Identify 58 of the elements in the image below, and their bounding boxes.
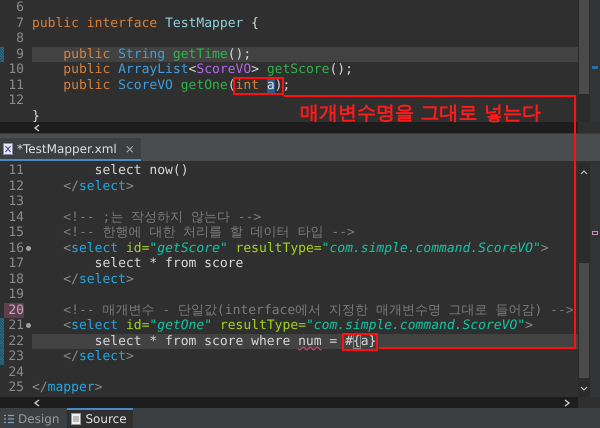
line-number: 16 [7,240,24,256]
scrollbar-thumb[interactable] [579,0,589,94]
line-number: 12 [7,178,24,194]
xml-file-icon [3,142,13,154]
line-number: 13 [7,194,24,210]
code-line: <!-- 매개변수 - 단일값(interface에서 지정한 매개변수명 그대로 들어감) --> [62,302,574,318]
line-number: 12 [7,93,24,108]
code-line: </mapper> [32,380,102,396]
code-line: <!-- 한행에 대한 처리를 할 데이터 타입 --> [62,225,355,240]
line-number: 10 [7,62,24,78]
line-number: 18 [7,272,24,287]
line-number: 17 [7,256,24,272]
code-line: </select> [62,178,134,194]
highlight-box [342,332,378,350]
line-number: 9 [15,46,24,62]
code-line: </select> [62,272,134,287]
scroll-down-icon[interactable] [580,386,588,391]
code-line: </select> [62,349,134,364]
highlight-box [232,76,284,94]
line-number: 14 [7,210,24,225]
horizontal-scrollbar[interactable] [0,397,578,408]
line-number: 11 [7,163,24,178]
callout-text: 매개변수명을 그대로 넣는다 [300,101,542,125]
code-line: <select id="getScore" resultType="com.simple.command.ScoreVO"> [62,240,549,256]
line-number: 19 [7,287,24,302]
horizontal-scrollbar[interactable] [0,122,578,133]
code-line: public ScoreVO getOne(int a); [62,78,290,93]
vertical-scrollbar[interactable] [578,163,590,397]
line-number: 23 [7,349,24,364]
document-icon [71,413,82,425]
list-icon [4,414,14,424]
editor-mode-tab[interactable]: Source [67,408,133,428]
code-line: <select id="getOne" resultType="com.simple.command.ScoreVO"> [62,318,533,334]
line-number: 25 [7,380,24,396]
scrollbar-thumb[interactable] [579,263,589,378]
code-line: select now() [94,163,189,178]
scroll-right-icon[interactable] [564,398,570,406]
scroll-left-icon[interactable] [34,398,40,406]
editor-tab[interactable]: *TestMapper.xml × [0,138,141,161]
line-number: 6 [15,0,24,16]
code-line: public ArrayList<ScoreVO> getScore(); [62,62,353,78]
line-number: 22 [7,334,24,349]
line-number: 7 [15,16,24,31]
line-number: 24 [7,364,24,380]
scroll-left-icon[interactable] [34,124,40,132]
close-tab-button[interactable]: × [124,142,135,156]
scroll-up-icon[interactable] [580,170,588,175]
line-number: 15 [7,225,24,240]
vertical-scrollbar[interactable] [578,0,590,122]
line-number: 20 [4,302,24,318]
code-line: public interface TestMapper { [32,16,260,31]
editor-mode-tab[interactable]: Design [0,410,66,428]
line-number: 21 [7,318,24,334]
code-line: } [32,108,40,122]
code-line: <!-- ;는 작성하지 않는다 --> [62,210,262,225]
line-number: 11 [7,78,24,93]
line-number: 8 [15,31,24,46]
code-line: select * from score [94,256,244,272]
